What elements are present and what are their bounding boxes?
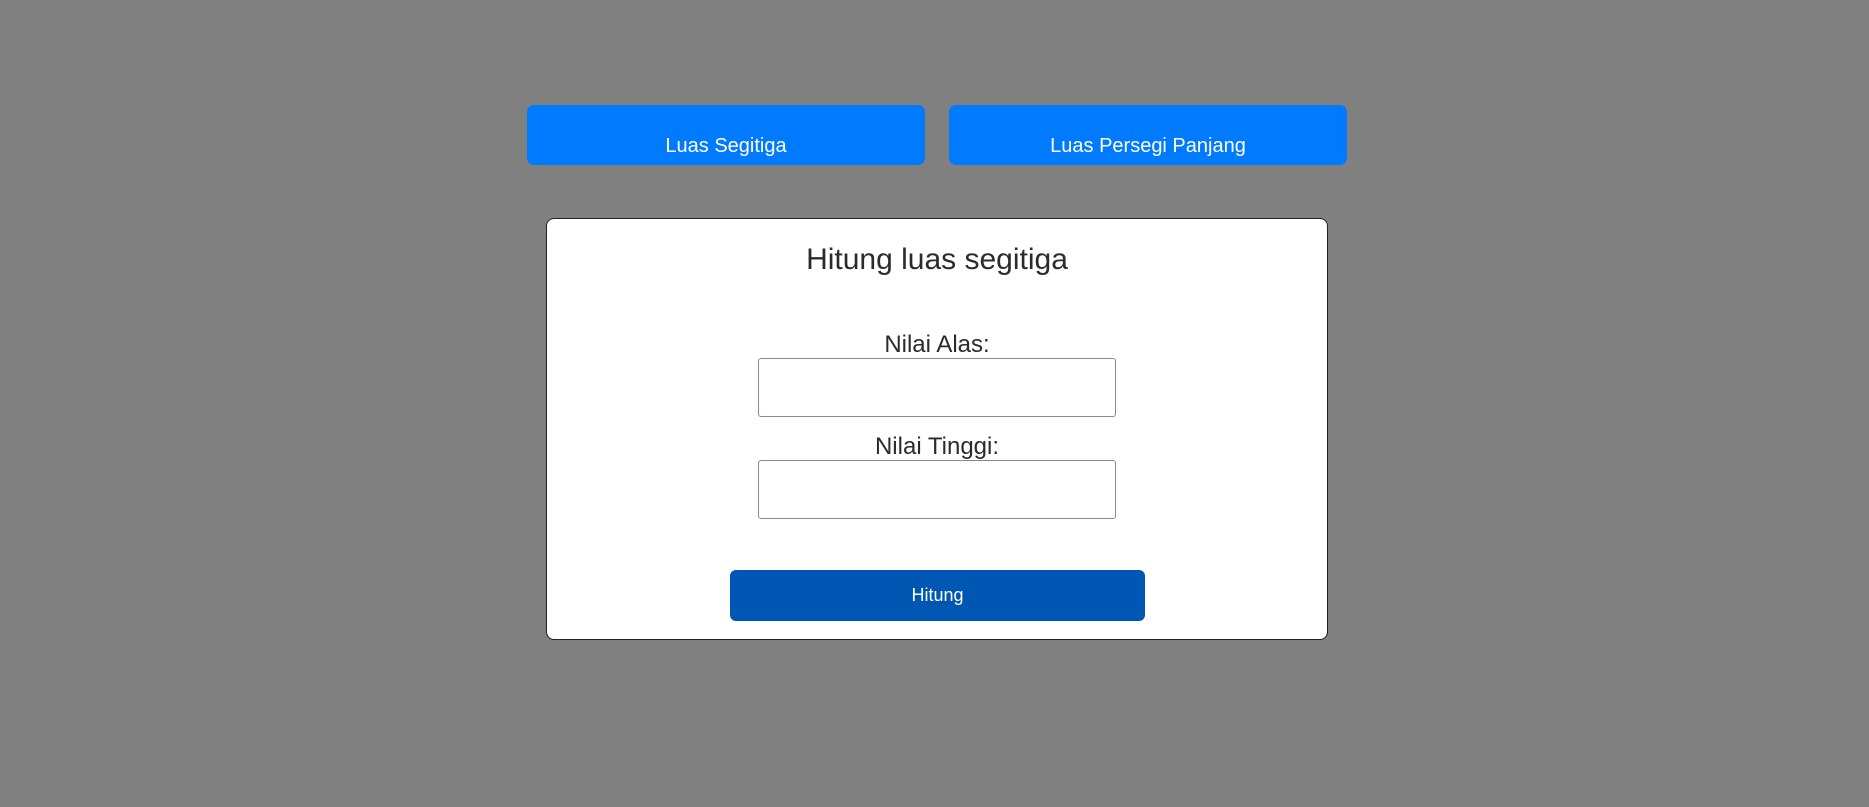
luas-segitiga-tab-button[interactable]: Luas Segitiga bbox=[527, 105, 925, 165]
hitung-button[interactable]: Hitung bbox=[730, 570, 1145, 621]
form-title: Hitung luas segitiga bbox=[806, 243, 1068, 276]
calculator-card: Hitung luas segitiga Nilai Alas: Nilai T… bbox=[546, 218, 1328, 640]
nilai-alas-label: Nilai Alas: bbox=[884, 331, 990, 358]
nilai-alas-input[interactable] bbox=[758, 358, 1116, 417]
nilai-tinggi-label: Nilai Tinggi: bbox=[874, 433, 1000, 460]
luas-persegi-panjang-tab-button[interactable]: Luas Persegi Panjang bbox=[949, 105, 1347, 165]
nilai-tinggi-input[interactable] bbox=[758, 460, 1116, 519]
